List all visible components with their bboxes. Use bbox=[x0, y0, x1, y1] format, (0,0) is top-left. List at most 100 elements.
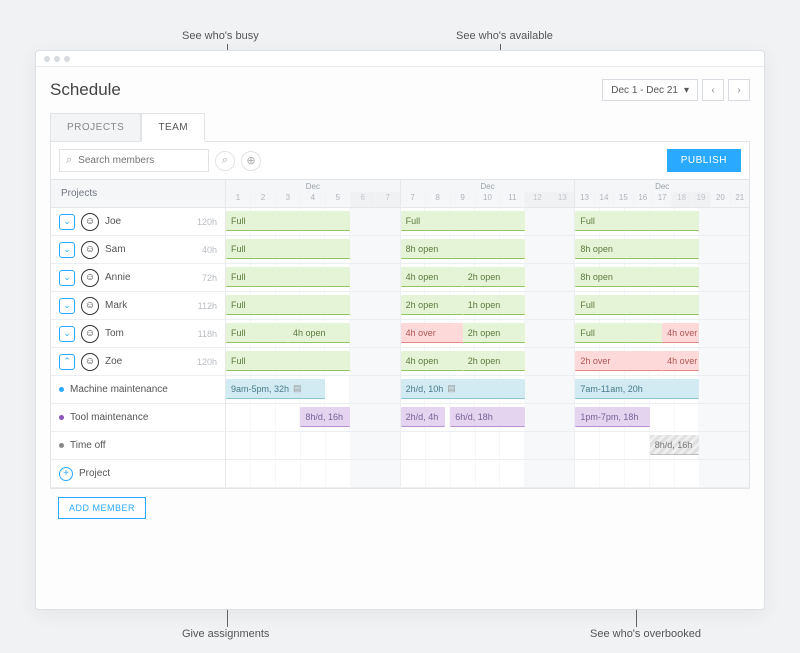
member-name: Annie bbox=[105, 272, 131, 283]
member-name: Sam bbox=[105, 244, 126, 255]
callout-assignments: Give assignments bbox=[182, 628, 269, 640]
tab-team[interactable]: TEAM bbox=[141, 113, 205, 142]
projects-column-header: Projects bbox=[51, 180, 226, 207]
schedule-block[interactable]: 8h open bbox=[401, 239, 525, 259]
avatar: ☺ bbox=[81, 269, 99, 287]
schedule-block[interactable]: Full bbox=[226, 323, 288, 343]
schedule-block[interactable]: 4h over bbox=[662, 323, 699, 343]
schedule-block[interactable]: 8h open bbox=[575, 239, 699, 259]
schedule-block[interactable]: Full bbox=[226, 267, 350, 287]
prev-range-button[interactable]: ‹ bbox=[702, 79, 724, 101]
day-header: 18 bbox=[672, 192, 691, 207]
callout-busy: See who's busy bbox=[182, 30, 259, 42]
schedule-block[interactable]: 1pm-7pm, 18h bbox=[575, 407, 649, 427]
filter-button[interactable]: ⌕ bbox=[215, 151, 235, 171]
schedule-block[interactable]: 4h over bbox=[662, 351, 699, 371]
member-name: Mark bbox=[105, 300, 127, 311]
avatar: ☺ bbox=[81, 297, 99, 315]
day-header: 7 bbox=[376, 192, 400, 207]
next-range-button[interactable]: › bbox=[728, 79, 750, 101]
schedule-block[interactable]: 2h over bbox=[575, 351, 662, 371]
window-titlebar bbox=[36, 51, 764, 67]
day-header: 6 bbox=[351, 192, 376, 207]
day-header: 13 bbox=[575, 192, 594, 207]
member-hours: 72h bbox=[202, 273, 217, 283]
day-header: 7 bbox=[401, 192, 426, 207]
day-header: 3 bbox=[276, 192, 301, 207]
plus-icon: + bbox=[59, 467, 73, 481]
day-header: 20 bbox=[711, 192, 730, 207]
day-header: 19 bbox=[692, 192, 711, 207]
add-member-button[interactable]: ADD MEMBER bbox=[58, 497, 146, 519]
project-color-dot bbox=[59, 443, 64, 448]
day-header: 1 bbox=[226, 192, 251, 207]
schedule-block[interactable]: Full bbox=[401, 211, 525, 231]
day-header: 14 bbox=[595, 192, 614, 207]
schedule-block[interactable]: 4h open bbox=[288, 323, 350, 343]
schedule-block[interactable]: 4h open bbox=[401, 351, 463, 371]
schedule-block[interactable]: 8h/d, 16h bbox=[650, 435, 700, 455]
expand-toggle[interactable]: ⌄ bbox=[59, 270, 75, 286]
schedule-block[interactable]: Full bbox=[226, 295, 350, 315]
day-header: 17 bbox=[653, 192, 672, 207]
day-header: 8 bbox=[426, 192, 451, 207]
member-hours: 118h bbox=[198, 329, 217, 339]
member-hours: 112h bbox=[198, 301, 217, 311]
schedule-block[interactable]: Full bbox=[226, 351, 350, 371]
schedule-block[interactable]: 6h/d, 18h bbox=[450, 407, 524, 427]
project-name: Tool maintenance bbox=[70, 412, 148, 423]
schedule-block[interactable]: 2h/d, 4h bbox=[401, 407, 446, 427]
date-range-picker[interactable]: Dec 1 - Dec 21 ▾ bbox=[602, 79, 698, 101]
schedule-block[interactable]: 4h open bbox=[401, 267, 463, 287]
expand-toggle[interactable]: ⌄ bbox=[59, 298, 75, 314]
schedule-block[interactable]: 2h/d, 10h▤ bbox=[401, 379, 525, 399]
day-header: 5 bbox=[326, 192, 351, 207]
day-header: 4 bbox=[301, 192, 326, 207]
schedule-block[interactable]: Full bbox=[575, 295, 699, 315]
schedule-block[interactable]: 7am-11am, 20h bbox=[575, 379, 699, 399]
day-header: 2 bbox=[251, 192, 276, 207]
project-color-dot bbox=[59, 387, 64, 392]
schedule-block[interactable]: Full bbox=[226, 211, 350, 231]
chevron-down-icon: ▾ bbox=[684, 85, 689, 96]
day-header: 10 bbox=[476, 192, 501, 207]
schedule-block[interactable]: Full bbox=[226, 239, 350, 259]
schedule-block[interactable]: 2h open bbox=[401, 295, 463, 315]
member-hours: 120h bbox=[197, 357, 217, 367]
callout-available: See who's available bbox=[456, 30, 553, 42]
publish-button[interactable]: PUBLISH bbox=[667, 149, 741, 172]
expand-toggle[interactable]: ⌃ bbox=[59, 354, 75, 370]
search-input[interactable] bbox=[78, 155, 202, 166]
expand-toggle[interactable]: ⌄ bbox=[59, 242, 75, 258]
schedule-block[interactable]: 4h over bbox=[401, 323, 463, 343]
avatar: ☺ bbox=[81, 241, 99, 259]
avatar: ☺ bbox=[81, 325, 99, 343]
schedule-block[interactable]: 2h open bbox=[463, 267, 525, 287]
schedule-block[interactable]: 8h/d, 16h bbox=[300, 407, 350, 427]
schedule-block[interactable]: 8h open bbox=[575, 267, 699, 287]
schedule-block[interactable]: Full bbox=[575, 211, 699, 231]
day-header: 13 bbox=[550, 192, 574, 207]
day-header: 9 bbox=[451, 192, 476, 207]
day-header: 12 bbox=[525, 192, 550, 207]
schedule-block[interactable]: 2h open bbox=[463, 323, 525, 343]
search-input-wrapper[interactable]: ⌕ bbox=[59, 149, 209, 172]
zoom-button[interactable]: ⊕ bbox=[241, 151, 261, 171]
project-color-dot bbox=[59, 415, 64, 420]
day-header: 11 bbox=[500, 192, 525, 207]
day-header: 15 bbox=[614, 192, 633, 207]
search-icon: ⌕ bbox=[66, 154, 72, 167]
project-name: Time off bbox=[70, 440, 106, 451]
schedule-block[interactable]: 9am-5pm, 32h▤ bbox=[226, 379, 325, 399]
add-project-button[interactable]: + Project bbox=[51, 460, 226, 487]
expand-toggle[interactable]: ⌄ bbox=[59, 214, 75, 230]
expand-toggle[interactable]: ⌄ bbox=[59, 326, 75, 342]
schedule-grid: Projects Dec1234567Dec78910111213Dec1314… bbox=[50, 180, 750, 489]
page-title: Schedule bbox=[50, 80, 121, 100]
schedule-block[interactable]: 2h open bbox=[463, 351, 525, 371]
avatar: ☺ bbox=[81, 353, 99, 371]
tab-projects[interactable]: PROJECTS bbox=[50, 113, 141, 142]
schedule-block[interactable]: 1h open bbox=[463, 295, 525, 315]
schedule-block[interactable]: Full bbox=[575, 323, 662, 343]
avatar: ☺ bbox=[81, 213, 99, 231]
